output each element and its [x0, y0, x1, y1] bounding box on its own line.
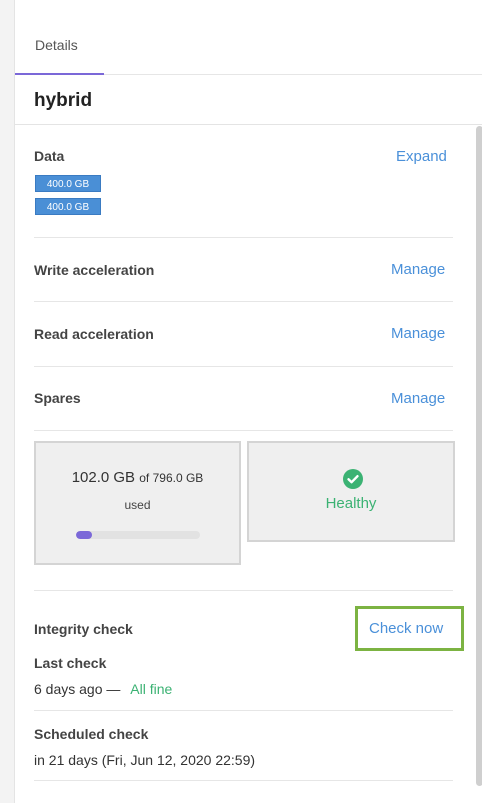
last-check-value: 6 days ago — All fine — [34, 681, 172, 697]
manage-write-acceleration-link[interactable]: Manage — [391, 261, 445, 278]
divider — [34, 710, 453, 711]
divider — [34, 301, 453, 302]
tab-details-label: Details — [35, 37, 78, 53]
divider — [34, 590, 453, 591]
divider — [34, 430, 453, 431]
integrity-check-label: Integrity check — [34, 621, 133, 637]
used-amount: 102.0 GB — [71, 469, 136, 486]
usage-text: 102.0 GB of 796.0 GB — [36, 469, 239, 486]
expand-link[interactable]: Expand — [396, 148, 447, 165]
details-panel: Details hybrid Data Expand 400.0 GB 400.… — [14, 0, 482, 803]
data-label: Data — [34, 148, 65, 164]
data-chip: 400.0 GB — [35, 175, 101, 192]
scrollbar[interactable] — [476, 126, 482, 786]
check-now-button[interactable]: Check now — [369, 620, 443, 637]
check-circle-icon — [343, 469, 363, 489]
last-check-label: Last check — [34, 655, 107, 671]
usage-card: 102.0 GB of 796.0 GB used — [34, 441, 241, 565]
divider — [34, 780, 453, 781]
divider — [15, 124, 482, 125]
divider — [34, 237, 453, 238]
last-check-status: All fine — [130, 681, 173, 697]
last-check-time: 6 days ago — — [34, 681, 121, 697]
total-capacity: of 796.0 GB — [139, 471, 204, 485]
divider — [34, 366, 453, 367]
pool-title: hybrid — [34, 90, 93, 111]
scheduled-check-label: Scheduled check — [34, 726, 149, 742]
used-label: used — [124, 498, 151, 512]
usage-bar-fill — [76, 531, 92, 539]
usage-bar — [76, 531, 200, 539]
tab-details[interactable]: Details — [15, 0, 104, 75]
tab-bar: Details — [15, 0, 482, 75]
health-card: Healthy — [247, 441, 455, 542]
data-chip: 400.0 GB — [35, 198, 101, 215]
manage-spares-link[interactable]: Manage — [391, 390, 445, 407]
active-tab-indicator — [15, 73, 104, 75]
health-status: Healthy — [325, 495, 377, 512]
scheduled-check-value: in 21 days (Fri, Jun 12, 2020 22:59) — [34, 752, 256, 768]
read-acceleration-label: Read acceleration — [34, 326, 154, 342]
spares-label: Spares — [34, 390, 81, 406]
write-acceleration-label: Write acceleration — [34, 262, 155, 278]
manage-read-acceleration-link[interactable]: Manage — [391, 325, 445, 342]
